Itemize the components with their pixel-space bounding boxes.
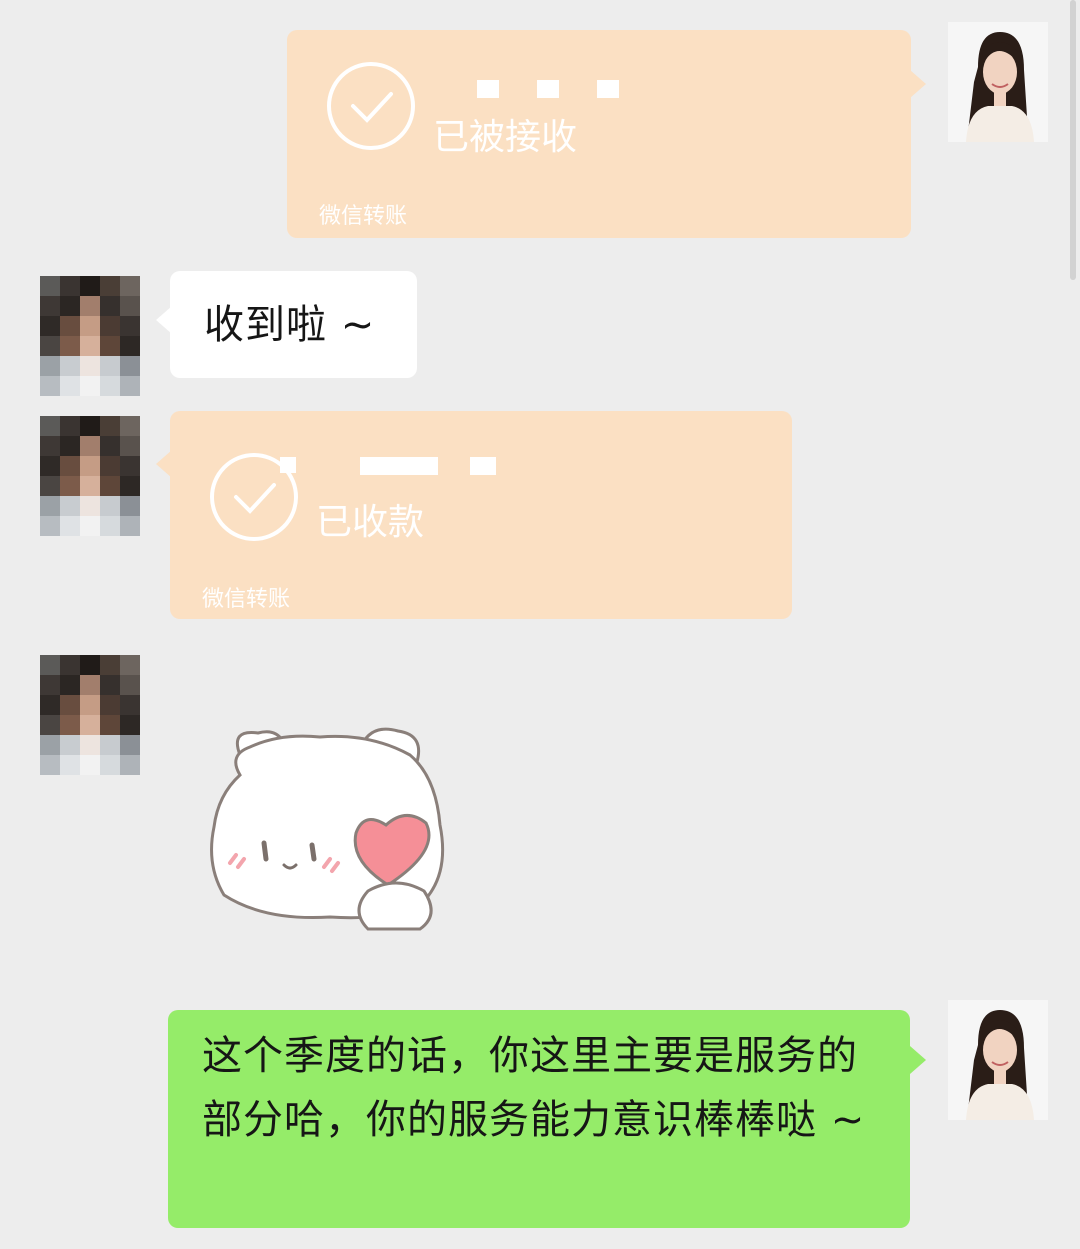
message-text: 收到啦 ~ [204,302,376,348]
transfer-footer: 微信转账 [319,204,408,229]
message-text: 这个季度的话，你这里主要是服务的部分哈，你的服务能力意识棒棒哒 ~ [202,1033,866,1143]
transfer-status: 已被接收 [433,117,578,158]
avatar[interactable] [40,655,140,775]
avatar[interactable] [948,22,1048,142]
avatar[interactable] [40,276,140,396]
avatar[interactable] [948,1000,1048,1120]
scrollbar[interactable] [1070,0,1076,280]
transfer-card-sent[interactable]: 已被接收 微信转账 [287,30,911,238]
transfer-footer: 微信转账 [202,587,291,612]
sticker-bear-heart[interactable] [200,715,460,940]
avatar-photo [948,22,1048,142]
message-bubble-sent[interactable]: 这个季度的话，你这里主要是服务的部分哈，你的服务能力意识棒棒哒 ~ [168,1010,910,1228]
bear-heart-sticker-image [210,727,445,931]
avatar[interactable] [40,416,140,536]
transfer-card-received[interactable]: 已收款 微信转账 [170,411,792,619]
transfer-status: 已收款 [316,502,425,543]
message-bubble-received[interactable]: 收到啦 ~ [170,271,417,378]
check-circle-icon [327,62,415,150]
avatar-photo [948,1000,1048,1120]
